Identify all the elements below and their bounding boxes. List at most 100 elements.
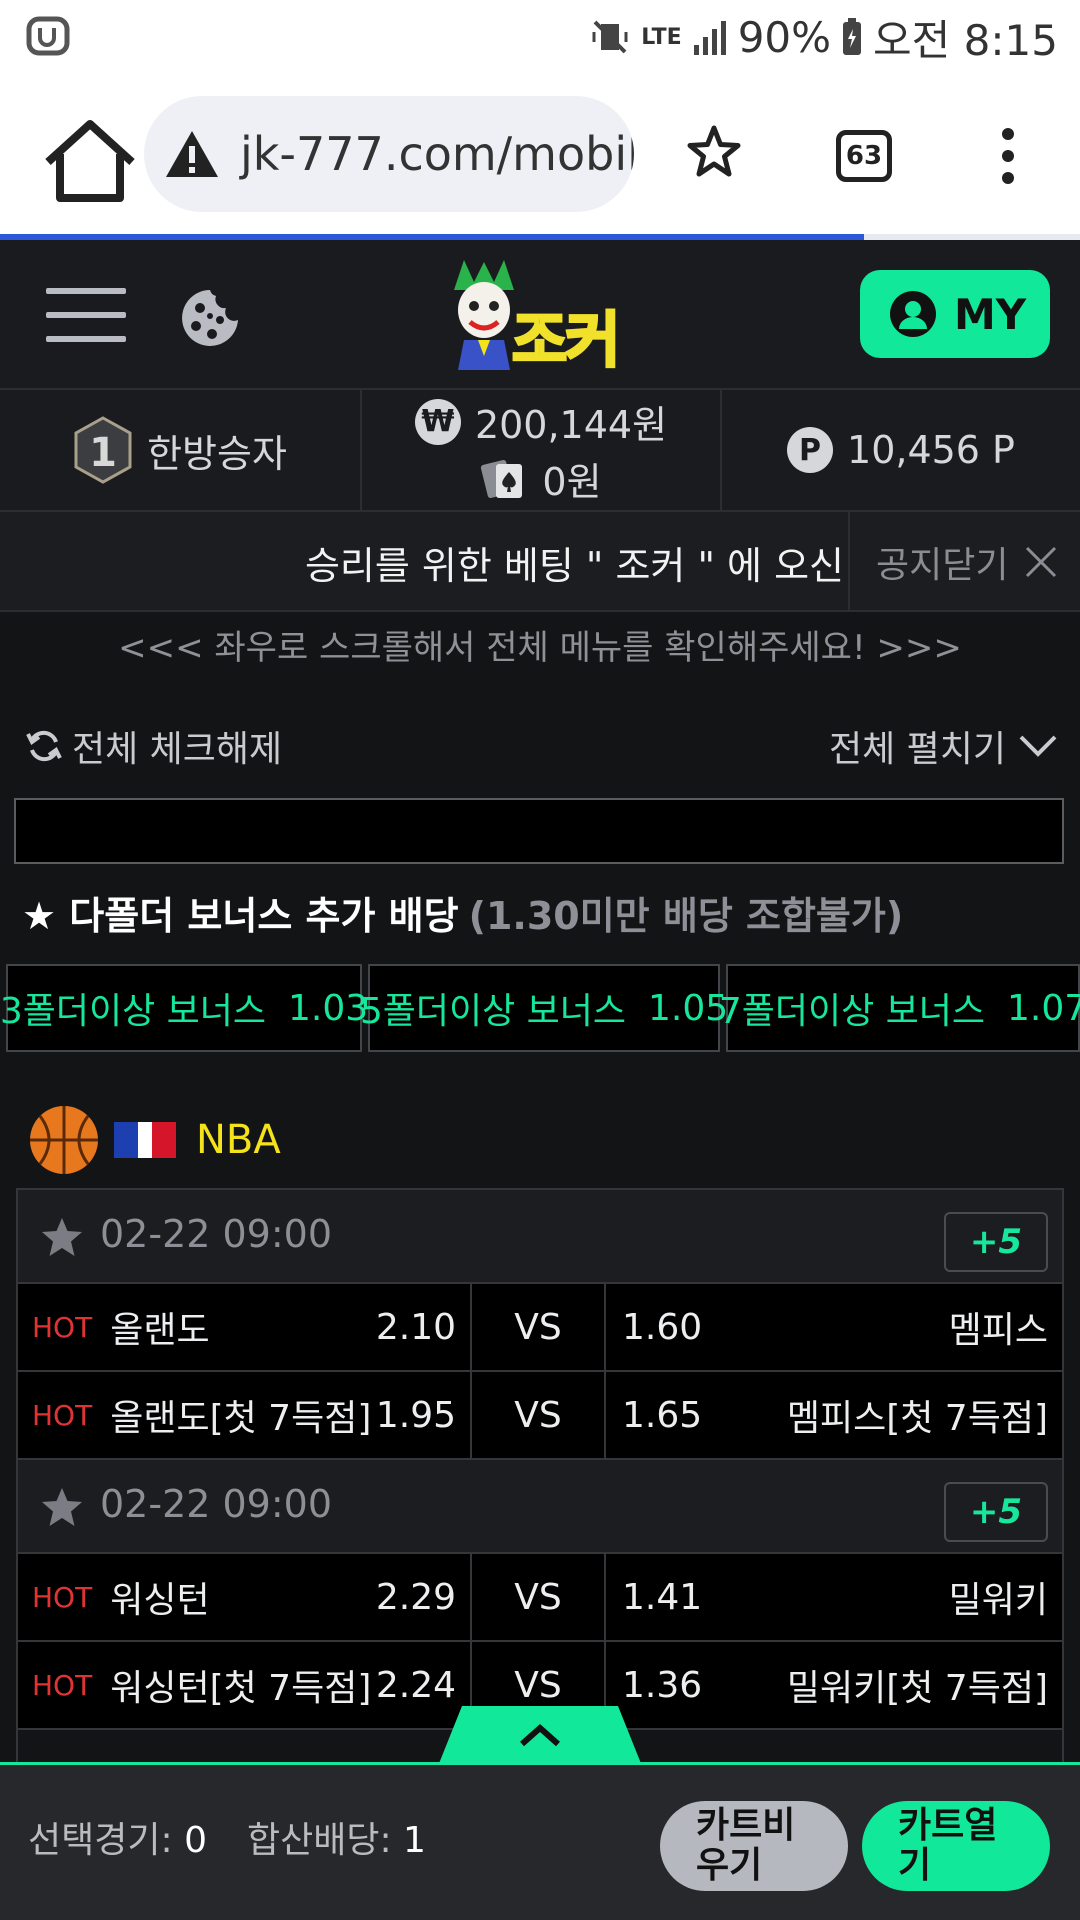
favorite-star-icon[interactable] [40,1486,84,1528]
selected-value: 0 [184,1820,207,1861]
clock: 오전 8:15 [873,15,1058,65]
total-odds-value: 1 [403,1820,426,1861]
away-odds-button[interactable]: 1.36 밀워키[첫 7득점] [606,1642,1062,1728]
cards-icon [481,459,523,498]
hot-badge: HOT [32,1580,93,1614]
vibrate-mute-icon [592,20,628,54]
bonus-value: 1.07 [1007,987,1080,1029]
bet-slip-empty-box [14,798,1064,864]
bonus-value: 1.05 [648,987,729,1029]
total-odds-label: 합산배당: [246,1820,392,1861]
home-odds-button[interactable]: HOT 올랜도[첫 7득점] 1.95 [18,1372,472,1458]
more-markets-button[interactable]: +5 [944,1212,1048,1272]
balance-cell[interactable]: ₩ 200,144원 0원 [362,390,722,510]
games-list: 02-22 09:00 +5 HOT 올랜도 2.10 VS 1.60 멤피스 … [16,1188,1064,1768]
address-bar[interactable]: jk-777.com/mobil [144,96,634,212]
open-cart-button[interactable]: 카트열기 [862,1801,1050,1891]
away-odds-button[interactable]: 1.41 밀워키 [606,1554,1062,1640]
cookie-icon[interactable] [180,288,240,348]
game-time: 02-22 09:00 [100,1212,333,1256]
home-icon[interactable] [40,118,140,218]
casino-balance: 0원 [542,460,602,504]
bonus-label: 7폴더이상 보너스 [718,991,986,1032]
home-odd: 2.24 [375,1664,456,1706]
notice-bar: 승리를 위한 베팅 " 조커 " 에 오신 공지닫기 [0,512,1080,612]
total-odds: 합산배당: 1 [247,1811,426,1863]
game-header: 02-22 09:00 +5 [18,1460,1062,1554]
clear-cart-label: 카트비우기 [696,1805,796,1886]
rank-number: 1 [89,430,117,476]
bonus-title: ★ 다폴더 보너스 추가 배당 (1.30미만 배당 조합불가) [22,884,903,940]
league-name: NBA [196,1117,281,1163]
tab-count-button[interactable]: 63 [836,130,892,182]
home-odds-button[interactable]: HOT 올랜도 2.10 [18,1284,472,1370]
selected-label: 선택경기: [28,1820,173,1861]
points-icon: P [787,427,834,473]
bonus-label: 5폴더이상 보너스 [359,991,627,1032]
bonus-option-7[interactable]: 7폴더이상 보너스 1.07 [719,964,1080,1052]
away-odd: 1.41 [622,1576,703,1618]
vs-label: VS [472,1372,606,1458]
bonus-subtitle: (1.30미만 배당 조합불가) [468,893,904,938]
notice-close-button[interactable]: 공지닫기 [848,512,1080,612]
home-odd: 1.95 [375,1394,456,1436]
home-odd: 2.10 [375,1306,456,1348]
away-odds-button[interactable]: 1.60 멤피스 [606,1284,1062,1370]
nba-logo-icon [114,1122,176,1158]
bonus-option-3[interactable]: 3폴더이상 보너스 1.03 [0,964,368,1052]
signal-icon [693,21,726,55]
basketball-icon [30,1106,98,1174]
site-header: 조커 MY [0,240,1080,388]
cash-balance: 200,144원 [474,403,668,447]
clear-cart-button[interactable]: 카트비우기 [660,1801,848,1891]
more-options-icon[interactable] [998,126,1018,186]
points-value: 10,456 P [847,428,1015,472]
expand-all-label: 전체 펼치기 [828,729,1006,770]
home-team: 워싱턴[첫 7득점] [110,1668,372,1709]
my-page-button[interactable]: MY [860,270,1050,358]
bet-toolbar: 전체 체크해제 전체 펼치기 [0,714,1080,778]
status-bar: LTE 90% 오전 8:15 [0,0,1080,74]
expand-all-button[interactable]: 전체 펼치기 [829,720,1058,772]
status-icons: LTE 90% 오전 8:15 [589,10,1058,65]
screen: LTE 90% 오전 8:15 jk-777.com/mobil 63 조커 M… [0,0,1080,1920]
battery-icon [843,18,862,55]
home-team: 워싱턴 [110,1580,210,1621]
hot-badge: HOT [32,1668,93,1702]
game-header: 02-22 09:00 +5 [18,1190,1062,1284]
rank-label: 한방승자 [147,431,287,476]
not-secure-warning-icon[interactable] [164,128,220,180]
points-cell[interactable]: P 10,456 P [722,390,1080,510]
home-odds-button[interactable]: HOT 워싱턴[첫 7득점] 2.24 [18,1642,472,1728]
chevron-down-icon [1019,735,1057,757]
league-header[interactable]: NBA [28,1104,281,1176]
hot-badge: HOT [32,1310,93,1344]
home-team: 올랜도[첫 7득점] [110,1398,372,1439]
site-logo[interactable]: 조커 [444,256,634,378]
bonus-option-5[interactable]: 5폴더이상 보너스 1.05 [360,964,728,1052]
bonus-title-text: ★ 다폴더 보너스 추가 배당 [22,893,459,938]
url-text[interactable]: jk-777.com/mobil [240,127,634,181]
user-rank[interactable]: 1 한방승자 [0,390,362,510]
scroll-up-tab[interactable] [438,1706,642,1766]
away-odds-button[interactable]: 1.65 멤피스[첫 7득점] [606,1372,1062,1458]
away-team: 멤피스[첫 7득점] [786,1398,1048,1439]
user-info-bar: 1 한방승자 ₩ 200,144원 0원 P 10,456 P [0,388,1080,512]
notice-close-label: 공지닫기 [876,545,1009,586]
bet-line: HOT 올랜도 2.10 VS 1.60 멤피스 [18,1284,1062,1372]
won-icon: ₩ [414,398,461,445]
home-odds-button[interactable]: HOT 워싱턴 2.29 [18,1554,472,1640]
home-odd: 2.29 [375,1576,456,1618]
away-team: 밀워키[첫 7득점] [786,1668,1048,1709]
more-markets-button[interactable]: +5 [944,1482,1048,1542]
menu-icon[interactable] [46,288,126,344]
vs-label: VS [472,1554,606,1640]
uncheck-all-button[interactable]: 전체 체크해제 [26,720,282,772]
away-odd: 1.65 [622,1394,703,1436]
bookmark-star-icon[interactable] [686,124,742,180]
away-odd: 1.36 [622,1664,703,1706]
notice-message: 승리를 위한 베팅 " 조커 " 에 오신 [304,543,844,588]
cart-stats: 선택경기: 0 합산배당: 1 [28,1811,426,1863]
favorite-star-icon[interactable] [40,1216,84,1258]
bonus-label: 3폴더이상 보너스 [0,991,267,1032]
